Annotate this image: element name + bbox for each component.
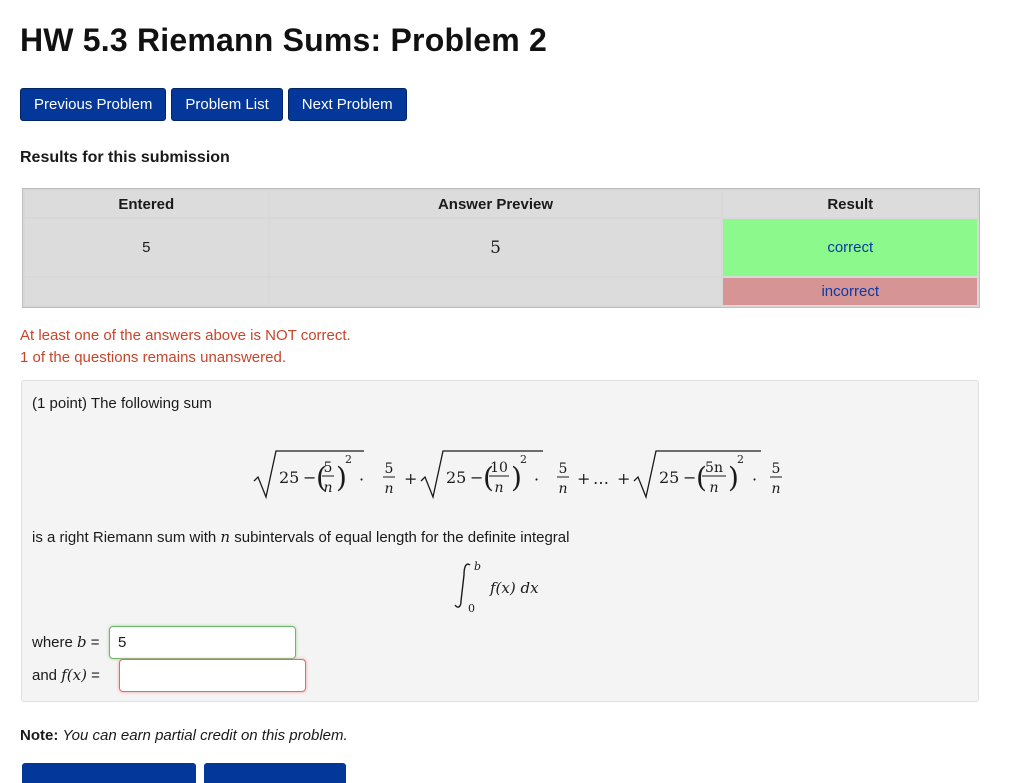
plus-sign-1: + xyxy=(404,469,417,488)
step-numerator-3: 5 xyxy=(772,461,781,477)
previous-problem-button[interactable]: Previous Problem xyxy=(20,88,167,121)
step-numerator-2: 5 xyxy=(559,461,568,477)
step-denominator-1: n xyxy=(384,481,393,497)
f-answer-input[interactable] xyxy=(119,659,306,692)
minus-sign-1: − xyxy=(303,468,316,487)
sqrt-constant-1: 25 xyxy=(279,468,299,487)
sqrt-constant-3: 25 xyxy=(659,468,679,487)
exponent-2: 2 xyxy=(520,453,527,466)
exponent-1: 2 xyxy=(345,453,352,466)
result-correct-cell: correct xyxy=(723,219,977,276)
answer-preview-cell: 5 xyxy=(269,219,722,276)
fraction-3-denominator: n xyxy=(709,480,718,496)
bottom-action-button-1[interactable] xyxy=(22,763,196,783)
b-label: where b = xyxy=(32,633,100,651)
integrand: f(x) dx xyxy=(489,579,539,597)
problem-list-button[interactable]: Problem List xyxy=(171,88,283,121)
integral-lower-bound: 0 xyxy=(468,602,475,615)
table-row: 5 5 correct xyxy=(25,219,977,276)
problem-intro: (1 point) The following sum xyxy=(32,395,212,412)
step-denominator-3: n xyxy=(771,481,780,497)
problem-statement: is a right Riemann sum with n subinterva… xyxy=(32,528,570,546)
plus-sign-2: + xyxy=(577,469,590,488)
column-header-result: Result xyxy=(723,191,977,217)
sqrt-constant-2: 25 xyxy=(446,468,466,487)
dot-3: · xyxy=(752,470,757,489)
variable-n: n xyxy=(220,528,231,546)
f-label: and f(x) = xyxy=(32,666,100,684)
entered-cell: 5 xyxy=(25,219,268,276)
integral-upper-bound: b xyxy=(474,560,481,573)
fraction-1-denominator: n xyxy=(323,480,332,496)
minus-sign-3: − xyxy=(683,468,696,487)
b-answer-input[interactable]: 5 xyxy=(109,626,296,659)
bottom-action-button-2[interactable] xyxy=(204,763,346,783)
result-incorrect-cell: incorrect xyxy=(723,278,977,305)
fraction-1-numerator: 5 xyxy=(324,460,333,476)
results-table: Entered Answer Preview Result 5 5 correc… xyxy=(22,188,980,308)
partial-credit-note: Note: You can earn partial credit on thi… xyxy=(20,727,348,744)
exponent-3: 2 xyxy=(737,453,744,466)
fraction-3-numerator: 5n xyxy=(705,460,723,476)
definite-integral: b 0 f(x) dx xyxy=(454,560,539,615)
next-problem-button[interactable]: Next Problem xyxy=(287,88,407,121)
dot-2: · xyxy=(534,470,539,489)
fraction-2-numerator: 10 xyxy=(490,460,508,476)
problem-nav: Previous Problem Problem List Next Probl… xyxy=(20,88,407,121)
ellipsis: … xyxy=(593,469,609,488)
not-correct-message: At least one of the answers above is NOT… xyxy=(20,327,351,344)
entered-cell xyxy=(25,278,268,305)
results-heading: Results for this submission xyxy=(20,149,230,166)
answer-preview-cell xyxy=(269,278,722,305)
dot-1: · xyxy=(359,470,364,489)
step-denominator-2: n xyxy=(558,481,567,497)
problem-box: (1 point) The following sum 25 − ( 5 n )… xyxy=(21,380,979,702)
riemann-sum-formula: 25 − ( 5 n ) 2 · 5 n + 25 − ( 10 n ) 2 ·… xyxy=(253,450,782,499)
fraction-2-denominator: n xyxy=(494,480,503,496)
plus-sign-3: + xyxy=(617,469,630,488)
page-title: HW 5.3 Riemann Sums: Problem 2 xyxy=(20,22,548,58)
minus-sign-2: − xyxy=(470,468,483,487)
column-header-entered: Entered xyxy=(25,191,268,217)
table-header-row: Entered Answer Preview Result xyxy=(25,191,977,217)
step-numerator-1: 5 xyxy=(385,461,394,477)
unanswered-message: 1 of the questions remains unanswered. xyxy=(20,349,286,366)
table-row: incorrect xyxy=(25,278,977,305)
column-header-answer-preview: Answer Preview xyxy=(269,191,722,217)
